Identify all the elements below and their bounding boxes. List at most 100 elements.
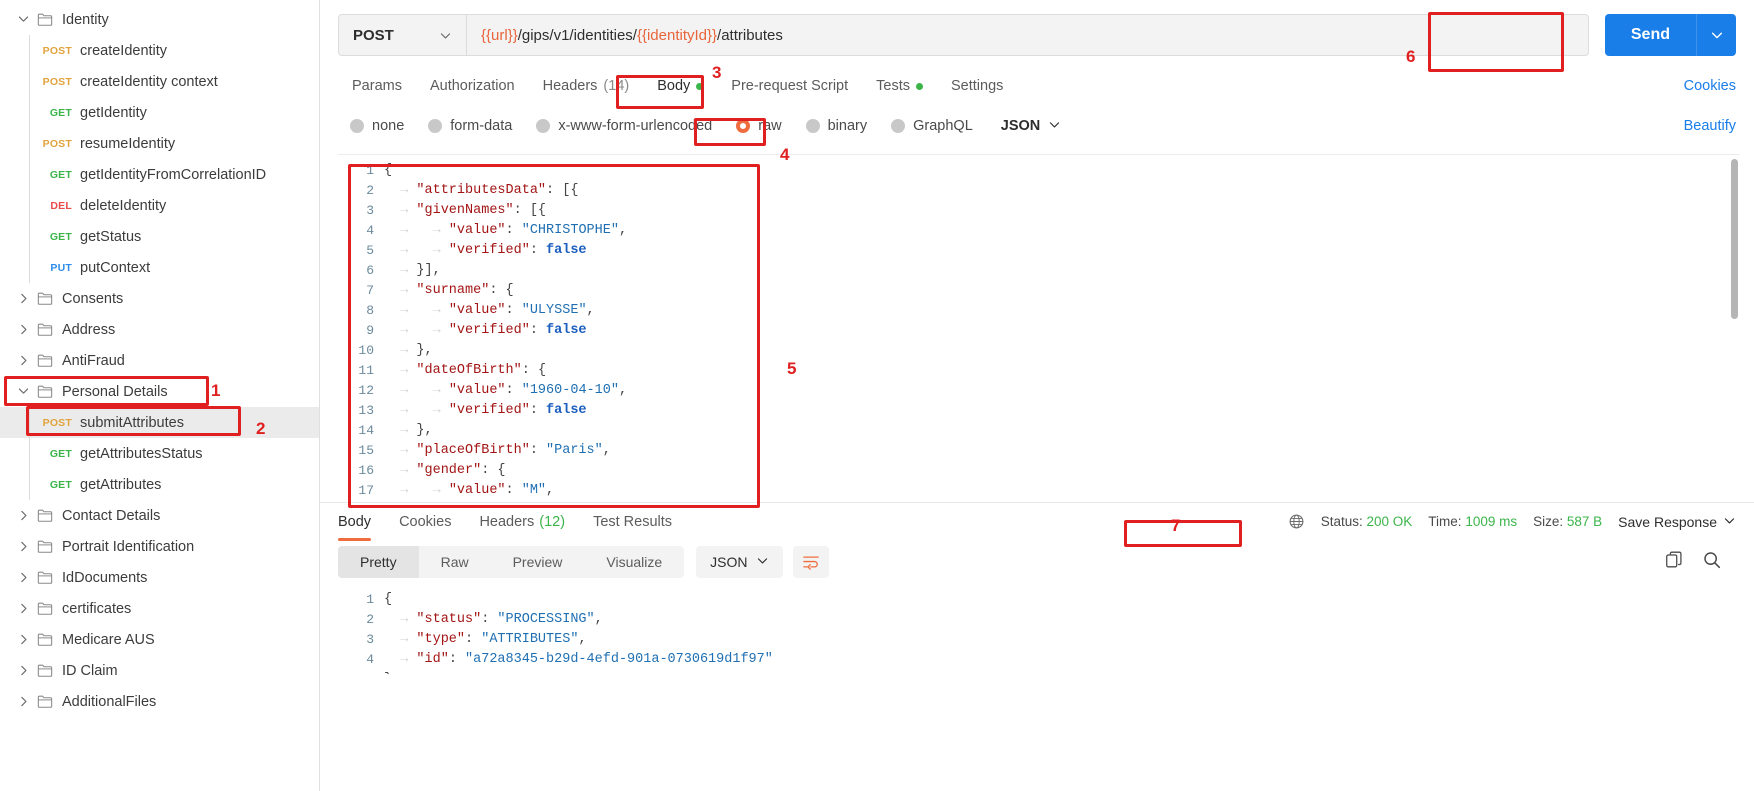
tab-authorization[interactable]: Authorization (416, 66, 529, 106)
response-view-controls[interactable]: Pretty Raw Preview Visualize JSON (320, 540, 1754, 584)
code-line[interactable]: → "type": "ATTRIBUTES", (384, 630, 1754, 650)
tab-headers[interactable]: Headers (14) (529, 66, 644, 106)
radio-icon[interactable] (536, 119, 551, 133)
url-input[interactable]: {{url}}/gips/v1/identities/{{identityId}… (466, 14, 1589, 56)
tab-settings[interactable]: Settings (937, 66, 1017, 106)
sidebar-folder-identity[interactable]: Identity (0, 4, 319, 35)
view-mode-visualize[interactable]: Visualize (584, 546, 684, 578)
code-line[interactable]: → "surname": { (384, 281, 1740, 301)
chevron-down-icon[interactable] (12, 13, 34, 26)
radio-icon[interactable] (736, 119, 751, 133)
tab-body[interactable]: Body (643, 66, 717, 106)
sidebar-request-getIdentityFromCorrelationID[interactable]: GET getIdentityFromCorrelationID (0, 159, 319, 190)
body-type-x-www-form-urlencoded[interactable]: x-www-form-urlencoded (524, 118, 724, 134)
response-view-mode-group[interactable]: Pretty Raw Preview Visualize (338, 546, 685, 578)
view-mode-preview[interactable]: Preview (491, 546, 585, 578)
sidebar-folder-address[interactable]: Address (0, 314, 319, 345)
code-line[interactable]: → "dateOfBirth": { (384, 361, 1740, 381)
code-line[interactable]: → "givenNames": [{ (384, 201, 1740, 221)
request-body-code[interactable]: { → "attributesData": [{ → "givenNames":… (384, 155, 1740, 502)
response-body-code[interactable]: { → "status": "PROCESSING", → "type": "A… (384, 584, 1754, 674)
sidebar-folder-iddocuments[interactable]: IdDocuments (0, 562, 319, 593)
sidebar-request-deleteIdentity[interactable]: DEL deleteIdentity (0, 190, 319, 221)
radio-icon[interactable] (350, 119, 364, 133)
sidebar-request-getStatus[interactable]: GET getStatus (0, 221, 319, 252)
chevron-down-icon[interactable] (12, 385, 34, 398)
tab-tests[interactable]: Tests (862, 66, 937, 106)
chevron-right-icon[interactable] (12, 292, 34, 305)
beautify-link[interactable]: Beautify (1684, 118, 1736, 134)
request-body-scrollbar[interactable] (1731, 159, 1738, 319)
sidebar-request-getIdentity[interactable]: GET getIdentity (0, 97, 319, 128)
code-line[interactable]: → → "value": "M", (384, 481, 1740, 501)
code-line[interactable]: → }, (384, 421, 1740, 441)
response-tab-headers[interactable]: Headers (12) (465, 503, 579, 541)
radio-icon[interactable] (428, 119, 443, 133)
body-type-binary[interactable]: binary (794, 118, 880, 134)
chevron-right-icon[interactable] (12, 509, 34, 522)
response-actions[interactable] (1664, 550, 1736, 575)
send-button[interactable]: Send (1604, 14, 1696, 56)
response-tab-test-results[interactable]: Test Results (579, 503, 686, 541)
wrap-lines-button[interactable] (792, 546, 829, 578)
code-line[interactable]: } (384, 670, 1754, 674)
sidebar-folder-medicare-aus[interactable]: Medicare AUS (0, 624, 319, 655)
chevron-right-icon[interactable] (12, 571, 34, 584)
body-type-none[interactable]: none (338, 118, 416, 134)
cookies-link[interactable]: Cookies (1684, 78, 1736, 94)
request-tabs[interactable]: Params Authorization Headers (14) Body Pre-re… (320, 66, 1754, 106)
code-line[interactable]: → "status": "PROCESSING", (384, 610, 1754, 630)
code-line[interactable]: → }, (384, 341, 1740, 361)
chevron-right-icon[interactable] (12, 695, 34, 708)
code-line[interactable]: { (384, 161, 1740, 181)
sidebar-request-putContext[interactable]: PUT putContext (0, 252, 319, 283)
code-line[interactable]: → "attributesData": [{ (384, 181, 1740, 201)
sidebar-request-createIdentity-context[interactable]: POST createIdentity context (0, 66, 319, 97)
response-tabs[interactable]: Body Cookies Headers (12) Test Results Statu… (320, 502, 1754, 541)
code-line[interactable]: → "gender": { (384, 461, 1740, 481)
sidebar-request-getAttributesStatus[interactable]: GET getAttributesStatus (0, 438, 319, 469)
copy-icon[interactable] (1664, 550, 1684, 575)
view-mode-raw[interactable]: Raw (419, 546, 491, 578)
response-tab-cookies[interactable]: Cookies (385, 503, 465, 541)
code-line[interactable]: → → "value": "1960-04-10", (384, 381, 1740, 401)
sidebar-folder-additionalfiles[interactable]: AdditionalFiles (0, 686, 319, 717)
code-line[interactable]: → → "verified": false (384, 321, 1740, 341)
chevron-right-icon[interactable] (12, 633, 34, 646)
radio-icon[interactable] (891, 119, 906, 133)
send-options-button[interactable] (1696, 14, 1736, 56)
body-type-row[interactable]: none form-data x-www-form-urlencoded raw bin… (320, 106, 1754, 146)
sidebar-folder-contact-details[interactable]: Contact Details (0, 500, 319, 531)
sidebar-folder-portrait-identification[interactable]: Portrait Identification (0, 531, 319, 562)
search-icon[interactable] (1702, 550, 1722, 575)
sidebar-request-resumeIdentity[interactable]: POST resumeIdentity (0, 128, 319, 159)
code-line[interactable]: → → "value": "CHRISTOPHE", (384, 221, 1740, 241)
code-line[interactable]: → → "verified": false (384, 241, 1740, 261)
code-line[interactable]: → "id": "a72a8345-b29d-4efd-901a-0730619… (384, 650, 1754, 670)
save-response-button[interactable]: Save Response (1618, 514, 1736, 530)
tab-pre-request-script[interactable]: Pre-request Script (717, 66, 862, 106)
sidebar-request-getAttributes[interactable]: GET getAttributes (0, 469, 319, 500)
response-format-select[interactable]: JSON (696, 546, 783, 578)
collection-tree[interactable]: Identity POST createIdentity POST createIden… (0, 4, 319, 717)
request-body-editor[interactable]: 1 2 3 4 5 6 7 8 9 10 11 12 13 14 15 16 17 { → "attribute… (338, 154, 1740, 502)
sidebar-folder-consents[interactable]: Consents (0, 283, 319, 314)
collection-sidebar[interactable]: Identity POST createIdentity POST createIden… (0, 0, 320, 791)
tab-params[interactable]: Params (338, 66, 416, 106)
response-body-editor[interactable]: 1 2 3 4 5 { → "status": "PROCESSING", → "typ… (320, 584, 1754, 674)
code-line[interactable]: { (384, 590, 1754, 610)
sidebar-folder-id-claim[interactable]: ID Claim (0, 655, 319, 686)
chevron-right-icon[interactable] (12, 323, 34, 336)
chevron-right-icon[interactable] (12, 354, 34, 367)
sidebar-folder-personal-details[interactable]: Personal Details (0, 376, 319, 407)
body-type-form-data[interactable]: form-data (416, 118, 524, 134)
http-method-select[interactable]: POST (338, 14, 466, 56)
chevron-right-icon[interactable] (12, 540, 34, 553)
radio-icon[interactable] (805, 119, 820, 133)
sidebar-folder-antifraud[interactable]: AntiFraud (0, 345, 319, 376)
code-line[interactable]: → → "verified": false (384, 401, 1740, 421)
chevron-right-icon[interactable] (12, 664, 34, 677)
sidebar-folder-certificates[interactable]: certificates (0, 593, 319, 624)
sidebar-request-createIdentity[interactable]: POST createIdentity (0, 35, 319, 66)
chevron-right-icon[interactable] (12, 602, 34, 615)
